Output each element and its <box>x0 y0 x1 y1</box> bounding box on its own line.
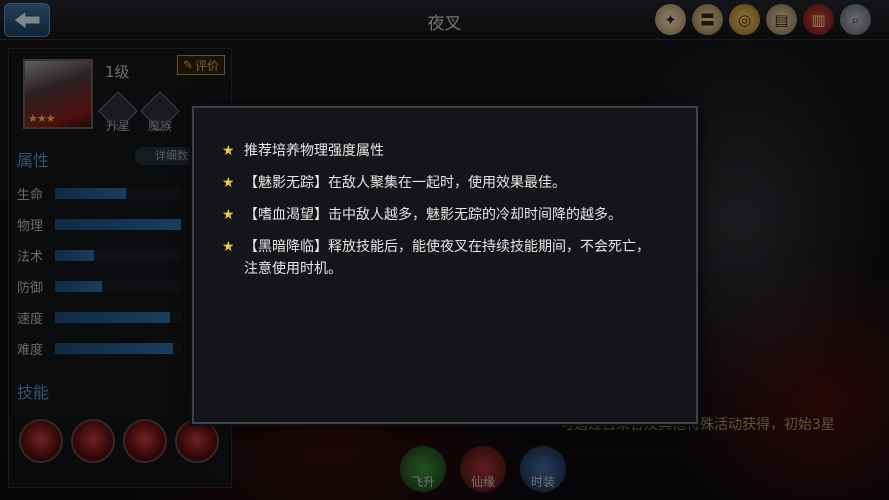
tip-item: ★ 推荐培养物理强度属性 <box>222 140 662 162</box>
tip-item: ★ 【魅影无踪】在敌人聚集在一起时，使用效果最佳。 <box>222 172 662 194</box>
tip-item: ★ 【黑暗降临】释放技能后，能使夜叉在持续技能期间，不会死亡，注意使用时机。 <box>222 236 662 280</box>
tip-list: ★ 推荐培养物理强度属性 ★ 【魅影无踪】在敌人聚集在一起时，使用效果最佳。 ★… <box>222 140 662 290</box>
star-bullet-icon: ★ <box>222 239 235 255</box>
tip-text: 【魅影无踪】在敌人聚集在一起时，使用效果最佳。 <box>244 175 566 191</box>
star-bullet-icon: ★ <box>222 175 235 191</box>
star-bullet-icon: ★ <box>222 143 235 159</box>
tip-text: 【嗜血渴望】击中敌人越多，魅影无踪的冷却时间降的越多。 <box>244 207 622 223</box>
hero-tips-popup: ★ 推荐培养物理强度属性 ★ 【魅影无踪】在敌人聚集在一起时，使用效果最佳。 ★… <box>192 106 698 424</box>
tip-item: ★ 【嗜血渴望】击中敌人越多，魅影无踪的冷却时间降的越多。 <box>222 204 662 226</box>
star-bullet-icon: ★ <box>222 207 235 223</box>
tip-text: 推荐培养物理强度属性 <box>244 143 384 159</box>
tip-text: 【黑暗降临】释放技能后，能使夜叉在持续技能期间，不会死亡，注意使用时机。 <box>244 239 650 277</box>
